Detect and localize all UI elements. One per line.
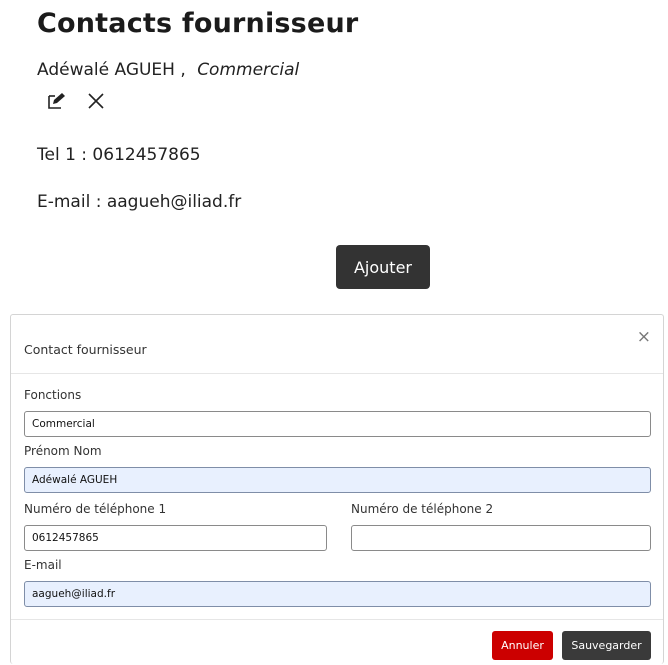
tel2-label: Numéro de téléphone 2 bbox=[351, 502, 494, 516]
page-title: Contacts fournisseur bbox=[37, 8, 359, 39]
email-label: E-mail bbox=[24, 558, 62, 572]
email-input[interactable] bbox=[24, 581, 651, 607]
tel1-label: Numéro de téléphone 1 bbox=[24, 502, 167, 516]
modal-footer: Annuler Sauvegarder bbox=[11, 619, 663, 665]
contact-name: Adéwalé AGUEH , bbox=[37, 60, 186, 80]
fonctions-label: Fonctions bbox=[24, 388, 82, 402]
tel2-input[interactable] bbox=[351, 525, 651, 551]
edit-icon[interactable] bbox=[43, 88, 69, 114]
add-contact-button[interactable]: Ajouter bbox=[336, 245, 430, 289]
contact-role: Commercial bbox=[197, 60, 300, 80]
contact-tel: Tel 1 : 0612457865 bbox=[37, 145, 201, 165]
fonctions-input[interactable] bbox=[24, 411, 651, 437]
cancel-button[interactable]: Annuler bbox=[492, 631, 553, 660]
modal-title: Contact fournisseur bbox=[24, 342, 147, 357]
close-icon[interactable]: × bbox=[637, 329, 651, 346]
contact-name-line: Adéwalé AGUEH , Commercial bbox=[37, 60, 299, 80]
tel1-input[interactable] bbox=[24, 525, 327, 551]
contact-actions bbox=[43, 88, 109, 114]
prenom-nom-label: Prénom Nom bbox=[24, 444, 102, 458]
modal-header: Contact fournisseur × bbox=[11, 315, 663, 374]
save-button[interactable]: Sauvegarder bbox=[562, 631, 651, 660]
contact-modal: Contact fournisseur × Fonctions Prénom N… bbox=[10, 314, 664, 664]
delete-icon[interactable] bbox=[83, 88, 109, 114]
prenom-nom-input[interactable] bbox=[24, 467, 651, 493]
contact-email: E-mail : aagueh@iliad.fr bbox=[37, 192, 242, 212]
